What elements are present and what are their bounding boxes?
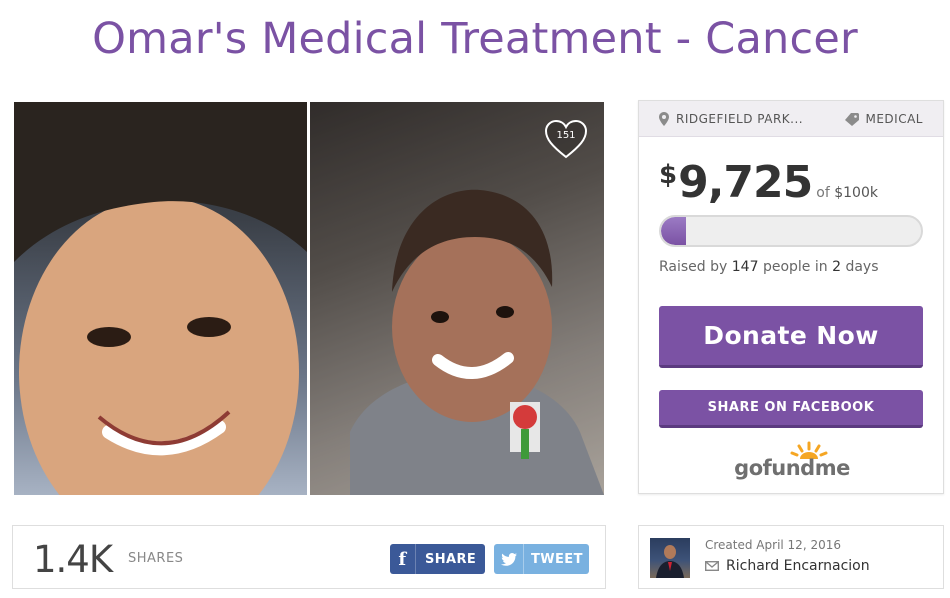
- share-count-label: SHARES: [128, 551, 184, 566]
- heart-count: 151: [556, 130, 576, 141]
- days-suffix: days: [845, 259, 879, 275]
- share-count: 1.4K: [33, 538, 113, 581]
- creator-info: Created April 12, 2016 Richard Encarnaci…: [638, 525, 944, 589]
- map-pin-icon: [659, 112, 669, 126]
- progress-fill: [661, 217, 687, 245]
- created-date: Created April 12, 2016: [705, 538, 841, 552]
- tweet-button[interactable]: TWEET: [494, 544, 589, 574]
- mail-icon: [705, 561, 719, 571]
- heart-badge[interactable]: 151: [544, 118, 588, 162]
- photo-left: [14, 102, 307, 495]
- card-header: RIDGEFIELD PARK... MEDICAL: [639, 101, 943, 137]
- raised-prefix: Raised by: [659, 259, 728, 275]
- currency-symbol: $: [659, 160, 678, 190]
- tag-icon: [844, 112, 859, 126]
- donation-card: RIDGEFIELD PARK... MEDICAL $ 9,725 of $1…: [638, 100, 944, 494]
- goal-value: $100k: [834, 185, 878, 201]
- share-on-facebook-button[interactable]: SHARE ON FACEBOOK: [659, 390, 923, 428]
- creator-name[interactable]: Richard Encarnacion: [705, 558, 870, 574]
- donate-now-button[interactable]: Donate Now: [659, 306, 923, 368]
- days-count: 2: [832, 259, 841, 275]
- twitter-bird-icon: [494, 544, 524, 574]
- creator-name-label: Richard Encarnacion: [726, 558, 870, 574]
- progress-bar: [659, 215, 923, 247]
- tweet-label: TWEET: [531, 551, 583, 567]
- photo-left-art: [14, 102, 307, 495]
- category[interactable]: MEDICAL: [844, 112, 924, 126]
- location[interactable]: RIDGEFIELD PARK...: [659, 112, 803, 126]
- location-label: RIDGEFIELD PARK...: [676, 112, 804, 126]
- gofundme-logo[interactable]: gofundme: [727, 441, 857, 485]
- facebook-icon: f: [390, 544, 416, 574]
- campaign-title: Omar's Medical Treatment - Cancer: [92, 14, 858, 64]
- category-label: MEDICAL: [865, 112, 923, 126]
- people-count: 147: [731, 259, 759, 275]
- campaign-photo[interactable]: 151: [14, 102, 604, 495]
- goal-text: of $100k: [816, 185, 878, 201]
- avatar-art: [656, 545, 684, 578]
- amount-raised: $ 9,725 of $100k: [659, 157, 878, 208]
- people-suffix: people in: [762, 259, 828, 275]
- amount-value: 9,725: [678, 157, 813, 208]
- raised-summary: Raised by 147 people in 2 days: [659, 259, 879, 275]
- share-bar: 1.4K SHARES f SHARE TWEET: [12, 525, 606, 589]
- logo-text: gofundme: [734, 456, 850, 480]
- facebook-share-label: SHARE: [425, 551, 477, 567]
- facebook-share-button[interactable]: f SHARE: [390, 544, 485, 574]
- goal-prefix: of: [816, 185, 830, 201]
- avatar[interactable]: [650, 538, 690, 578]
